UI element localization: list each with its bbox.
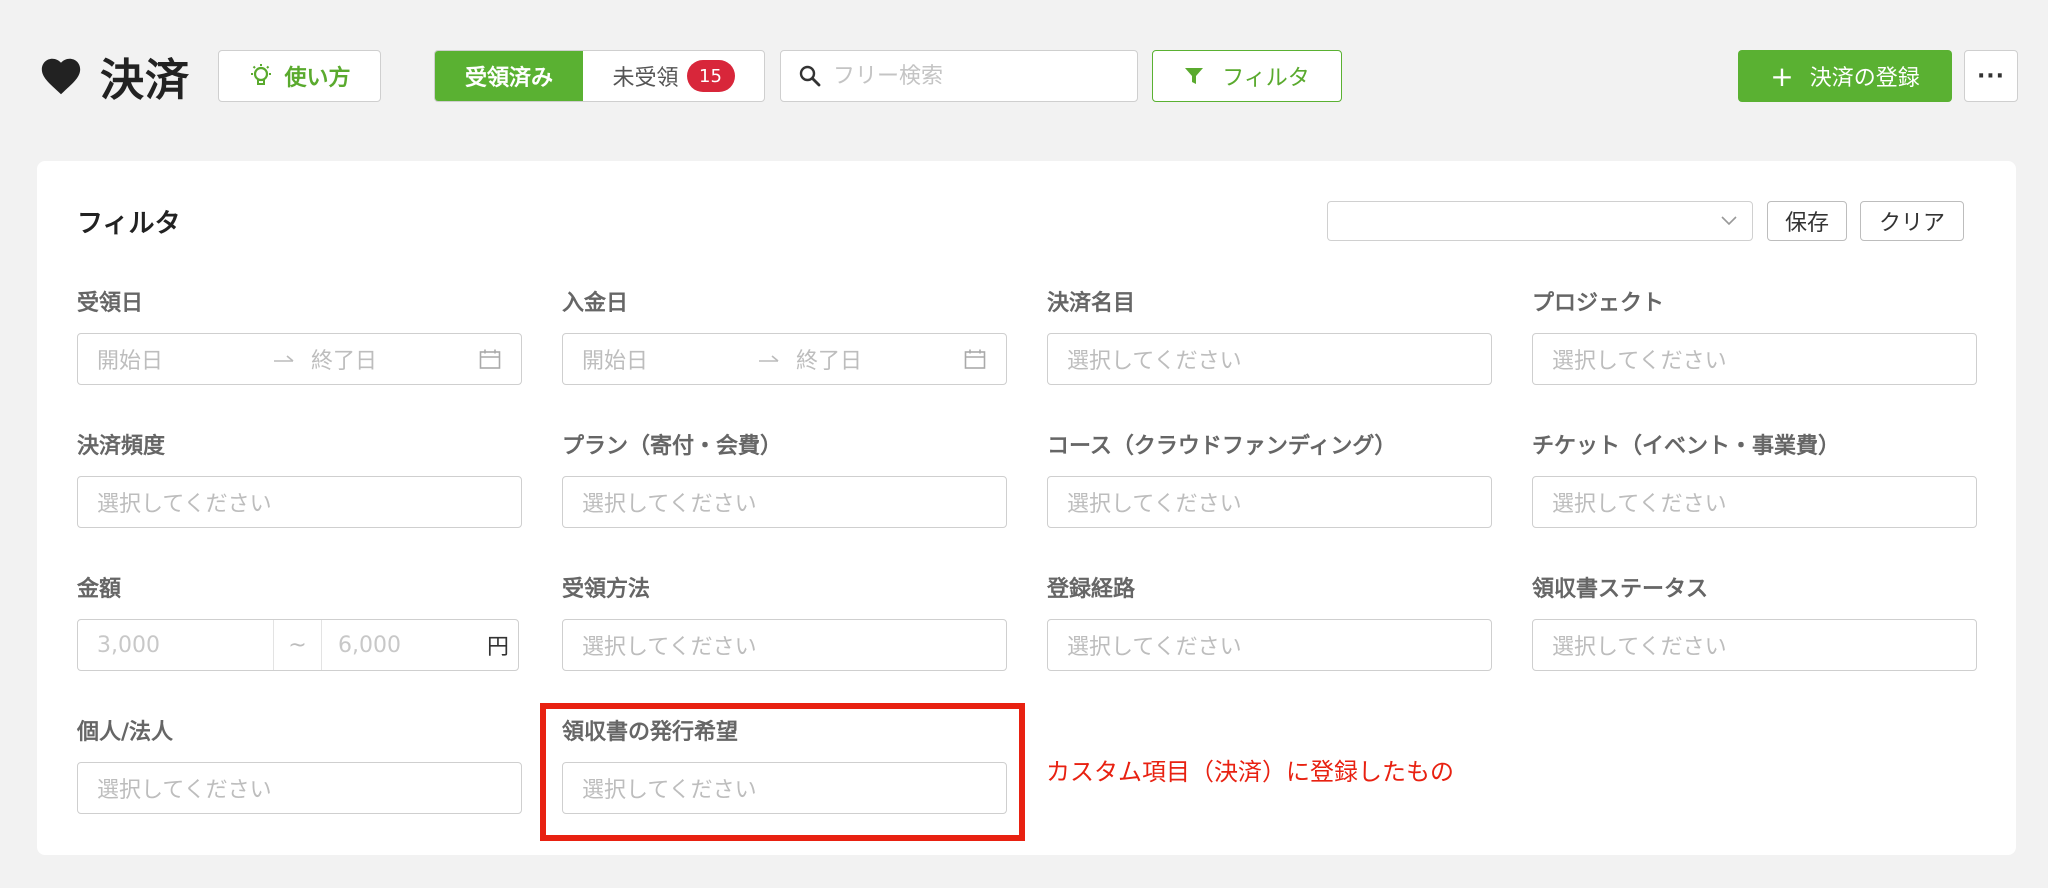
- amount-min-input[interactable]: 3,000: [78, 620, 274, 670]
- project-label: プロジェクト: [1532, 291, 1665, 316]
- ticket-select[interactable]: 選択してください: [1532, 476, 1977, 528]
- plan-placeholder: 選択してください: [582, 492, 757, 517]
- ticket-label: チケット（イベント・事業費）: [1532, 434, 1841, 459]
- individual-corporate-label: 個人/法人: [77, 720, 174, 745]
- project-placeholder: 選択してください: [1552, 349, 1727, 374]
- tab-unreceived[interactable]: 未受領 15: [583, 51, 764, 101]
- plus-icon: +: [1770, 59, 1794, 93]
- amount-max-input[interactable]: 6,000: [322, 620, 478, 670]
- funnel-icon: [1185, 68, 1204, 84]
- amount-unit: 円: [486, 635, 509, 660]
- howto-button-label: 使い方: [284, 66, 351, 91]
- receipt-status-label: 領収書ステータス: [1532, 577, 1709, 602]
- registration-route-label: 登録経路: [1047, 577, 1136, 602]
- search-field[interactable]: [780, 50, 1138, 102]
- receipt-method-label: 受領方法: [562, 577, 651, 602]
- arrow-right-icon: [759, 355, 779, 362]
- unreceived-count-badge: 15: [686, 60, 735, 92]
- search-icon: [799, 65, 821, 87]
- page-title-text: 決済: [100, 55, 190, 106]
- ellipsis-icon: ···: [1976, 63, 2006, 89]
- payment-frequency-placeholder: 選択してください: [97, 492, 272, 517]
- heart-icon: [41, 58, 81, 95]
- receipt-status-tabs: 受領済み 未受領 15: [434, 50, 765, 102]
- project-select[interactable]: 選択してください: [1532, 333, 1977, 385]
- registration-route-placeholder: 選択してください: [1067, 635, 1242, 660]
- more-options-button[interactable]: ···: [1964, 50, 2018, 102]
- receipt-status-placeholder: 選択してください: [1552, 635, 1727, 660]
- course-select[interactable]: 選択してください: [1047, 476, 1492, 528]
- payment-name-label: 決済名目: [1047, 291, 1136, 316]
- chevron-down-icon: [1721, 216, 1737, 226]
- calendar-icon: [964, 349, 986, 369]
- payment-frequency-label: 決済頻度: [77, 434, 166, 459]
- amount-label: 金額: [77, 577, 122, 602]
- filter-toggle-label: フィルタ: [1222, 66, 1310, 91]
- course-label: コース（クラウドファンディング）: [1047, 434, 1397, 459]
- received-date-end[interactable]: 終了日: [311, 343, 377, 375]
- individual-corporate-placeholder: 選択してください: [97, 778, 272, 803]
- plan-label: プラン（寄付・会費）: [562, 434, 783, 459]
- payment-name-select[interactable]: 選択してください: [1047, 333, 1492, 385]
- amount-range: 3,000 ~ 6,000 円: [77, 619, 519, 671]
- deposit-date-start[interactable]: 開始日: [582, 343, 648, 375]
- ticket-placeholder: 選択してください: [1552, 492, 1727, 517]
- tab-received-label: 受領済み: [464, 66, 553, 91]
- howto-button[interactable]: 使い方: [218, 50, 381, 102]
- receipt-method-select[interactable]: 選択してください: [562, 619, 1007, 671]
- deposit-date-end[interactable]: 終了日: [796, 343, 862, 375]
- filter-preset-select[interactable]: [1327, 201, 1753, 241]
- clear-filter-label: クリア: [1878, 211, 1945, 236]
- arrow-right-icon: [274, 355, 294, 362]
- page-header: 決済 使い方 受領済み 未受領 15 フィ: [0, 0, 2048, 152]
- amount-separator: ~: [274, 620, 322, 670]
- lightbulb-icon: [251, 64, 272, 85]
- register-payment-label: 決済の登録: [1809, 66, 1920, 91]
- custom-field-annotation: カスタム項目（決済）に登録したもの: [1046, 758, 1454, 786]
- course-placeholder: 選択してください: [1067, 492, 1242, 517]
- plan-select[interactable]: 選択してください: [562, 476, 1007, 528]
- filter-panel: フィルタ 保存 クリア 受領日 開始日 終了日 入金日 開始日 終了日 決済名目…: [37, 161, 2016, 855]
- tab-received[interactable]: 受領済み: [435, 51, 583, 101]
- individual-corporate-select[interactable]: 選択してください: [77, 762, 522, 814]
- clear-filter-button[interactable]: クリア: [1860, 201, 1964, 241]
- received-date-label: 受領日: [77, 291, 144, 316]
- save-filter-label: 保存: [1784, 211, 1829, 236]
- payment-frequency-select[interactable]: 選択してください: [77, 476, 522, 528]
- received-date-start[interactable]: 開始日: [97, 343, 163, 375]
- payment-name-placeholder: 選択してください: [1067, 349, 1242, 374]
- receipt-method-placeholder: 選択してください: [582, 635, 757, 660]
- page-title: 決済: [38, 46, 190, 106]
- search-input[interactable]: [833, 63, 1113, 89]
- save-filter-button[interactable]: 保存: [1767, 201, 1847, 241]
- receipt-status-select[interactable]: 選択してください: [1532, 619, 1977, 671]
- custom-field-highlight: [540, 703, 1025, 841]
- deposit-date-label: 入金日: [562, 291, 629, 316]
- filter-toggle-button[interactable]: フィルタ: [1152, 50, 1342, 102]
- deposit-date-range[interactable]: 開始日 終了日: [562, 333, 1007, 385]
- tab-unreceived-label: 未受領: [612, 66, 679, 91]
- register-payment-button[interactable]: + 決済の登録: [1738, 50, 1952, 102]
- registration-route-select[interactable]: 選択してください: [1047, 619, 1492, 671]
- calendar-icon: [479, 349, 501, 369]
- received-date-range[interactable]: 開始日 終了日: [77, 333, 522, 385]
- filter-panel-title: フィルタ: [77, 209, 181, 239]
